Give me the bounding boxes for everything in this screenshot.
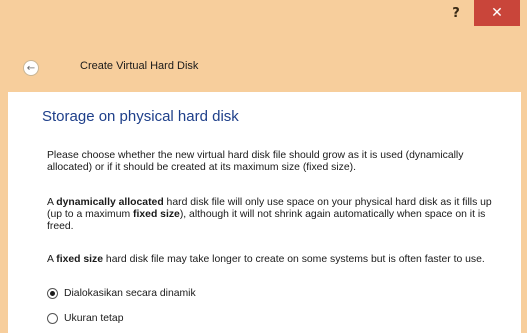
wizard-title: Create Virtual Hard Disk — [80, 60, 199, 72]
radio-button-unchecked[interactable] — [47, 313, 58, 324]
radio-dot — [50, 291, 55, 296]
help-button[interactable]: ? — [442, 0, 470, 26]
back-button[interactable]: ← — [23, 60, 39, 76]
window-titlebar: ? ✕ — [0, 0, 527, 34]
wizard-header: ← Create Virtual Hard Disk — [0, 34, 527, 92]
description-paragraph: Please choose whether the new virtual ha… — [47, 150, 464, 173]
bold-term: dynamically allocated — [56, 197, 164, 208]
section-title: Storage on physical hard disk — [42, 108, 239, 125]
text-fragment: A — [47, 254, 57, 265]
radio-label[interactable]: Dialokasikan secara dinamik — [64, 288, 196, 299]
back-arrow-icon: ← — [26, 62, 36, 74]
wizard-content: Storage on physical hard disk Please cho… — [8, 92, 521, 333]
fixed-explanation-paragraph: A fixed size hard disk file may take lon… — [47, 254, 509, 266]
text-fragment: hard disk file may take longer to create… — [103, 254, 485, 265]
bold-term: fixed size — [56, 254, 104, 265]
bold-term: fixed size — [133, 209, 180, 220]
radio-fixed[interactable]: Ukuran tetap — [47, 313, 124, 324]
dynamic-explanation-paragraph: A dynamically allocated hard disk file w… — [47, 197, 509, 233]
radio-button-checked[interactable] — [47, 288, 58, 299]
close-button[interactable]: ✕ — [474, 0, 520, 26]
radio-dynamic[interactable]: Dialokasikan secara dinamik — [47, 288, 196, 299]
close-icon: ✕ — [491, 5, 503, 21]
radio-label[interactable]: Ukuran tetap — [64, 313, 124, 324]
help-icon: ? — [452, 5, 460, 21]
text-fragment: A — [47, 197, 57, 208]
